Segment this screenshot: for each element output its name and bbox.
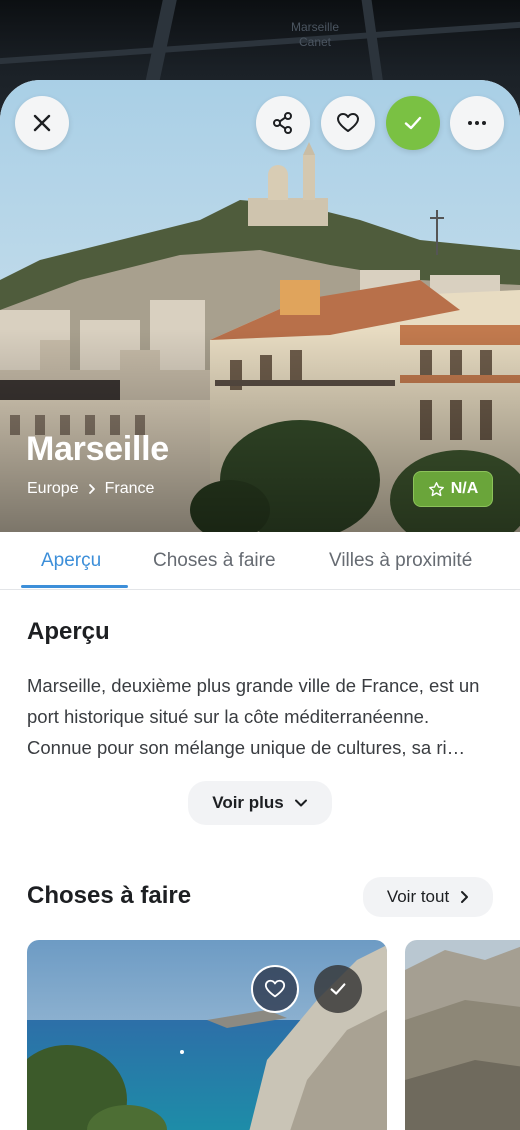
chevron-right-icon [88,484,95,494]
card-favorite-button[interactable] [251,965,299,1013]
tab-things-to-do[interactable]: Choses à faire [153,532,276,590]
close-button[interactable] [15,96,69,150]
check-icon [330,983,346,995]
hero-image: Marseille Europe France N/A [0,80,520,532]
more-options-button[interactable] [450,96,504,150]
see-more-label: Voir plus [212,793,284,812]
see-all-button[interactable]: Voir tout [363,877,493,917]
heart-icon [337,113,359,132]
visited-button[interactable] [386,96,440,150]
tab-nearby-cities[interactable]: Villes à proximité [329,532,472,590]
tab-bar: Aperçu Choses à faire Villes à proximité [0,532,520,590]
rating-value: N/A [450,480,479,497]
see-all-label: Voir tout [386,887,450,906]
activity-card-image [405,940,520,1130]
chevron-down-icon [294,799,307,807]
overview-text: Marseille, deuxième plus grande ville de… [27,675,480,758]
chevron-right-icon [461,891,469,903]
share-icon [273,112,292,134]
activity-card[interactable] [27,940,387,1130]
tab-overview[interactable]: Aperçu [41,532,101,590]
breadcrumb: Europe France [27,480,154,498]
see-more-button[interactable]: Voir plus [188,781,332,825]
favorite-button[interactable] [321,96,375,150]
share-button[interactable] [256,96,310,150]
overview-heading: Aperçu [27,618,110,645]
star-icon [428,481,444,496]
city-sheet: Marseille Europe France N/A Aperçu Chose… [0,80,520,1130]
breadcrumb-country[interactable]: France [105,480,155,498]
things-to-do-heading: Choses à faire [27,882,192,909]
activity-card[interactable] [405,940,520,1130]
close-icon [33,114,51,132]
breadcrumb-continent[interactable]: Europe [27,480,79,498]
card-done-button[interactable] [314,965,362,1013]
active-tab-indicator [21,585,128,588]
city-title: Marseille [26,430,169,468]
rating-badge[interactable]: N/A [413,471,493,507]
heart-icon [264,979,286,998]
map-label: Marseille Canet [290,20,339,49]
more-icon [468,121,486,125]
check-icon [404,116,422,130]
